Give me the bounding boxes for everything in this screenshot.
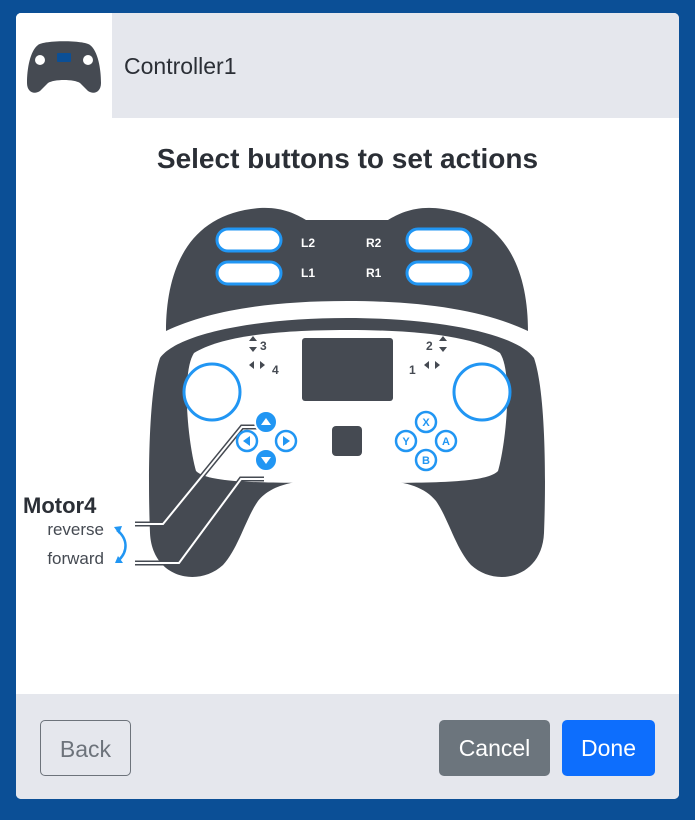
r2-label: R2 (366, 236, 382, 250)
a-button-label: A (442, 436, 450, 448)
b-button-label: B (422, 455, 430, 467)
controller-screen (302, 338, 393, 401)
controller-dialog: Controller1 Select buttons to set action… (16, 13, 679, 799)
axis1-label: 1 (409, 363, 416, 377)
l2-button[interactable] (215, 227, 283, 253)
cancel-button[interactable]: Cancel (439, 720, 550, 776)
left-joystick[interactable] (182, 362, 242, 422)
dpad-right-button[interactable] (274, 429, 298, 453)
r1-label: R1 (366, 266, 382, 280)
back-button[interactable]: Back (40, 720, 131, 776)
axis2-label: 2 (426, 339, 433, 353)
axis3-label: 3 (260, 339, 267, 353)
dpad-up-button[interactable] (254, 410, 278, 434)
dpad-down-button[interactable] (254, 448, 278, 472)
center-button[interactable] (332, 426, 362, 456)
r1-button[interactable] (405, 260, 473, 286)
right-joystick[interactable] (452, 362, 512, 422)
axis4-label: 4 (272, 363, 279, 377)
forward-label: forward (47, 549, 104, 568)
swap-direction-icon[interactable] (114, 526, 127, 563)
l2-label: L2 (301, 236, 315, 250)
y-button-label: Y (402, 436, 410, 448)
l1-button[interactable] (215, 260, 283, 286)
dpad-left-button[interactable] (235, 429, 259, 453)
l1-label: L1 (301, 266, 315, 280)
r2-button[interactable] (405, 227, 473, 253)
x-button-label: X (422, 417, 430, 429)
controller-diagram: L2 L1 R2 R1 3 4 2 1 X A B Y Motor4 rever… (23, 207, 545, 577)
dialog-footer: Back Cancel Done (16, 694, 679, 799)
motor-name: Motor4 (23, 493, 97, 518)
done-button[interactable]: Done (562, 720, 655, 776)
reverse-label: reverse (47, 520, 104, 539)
